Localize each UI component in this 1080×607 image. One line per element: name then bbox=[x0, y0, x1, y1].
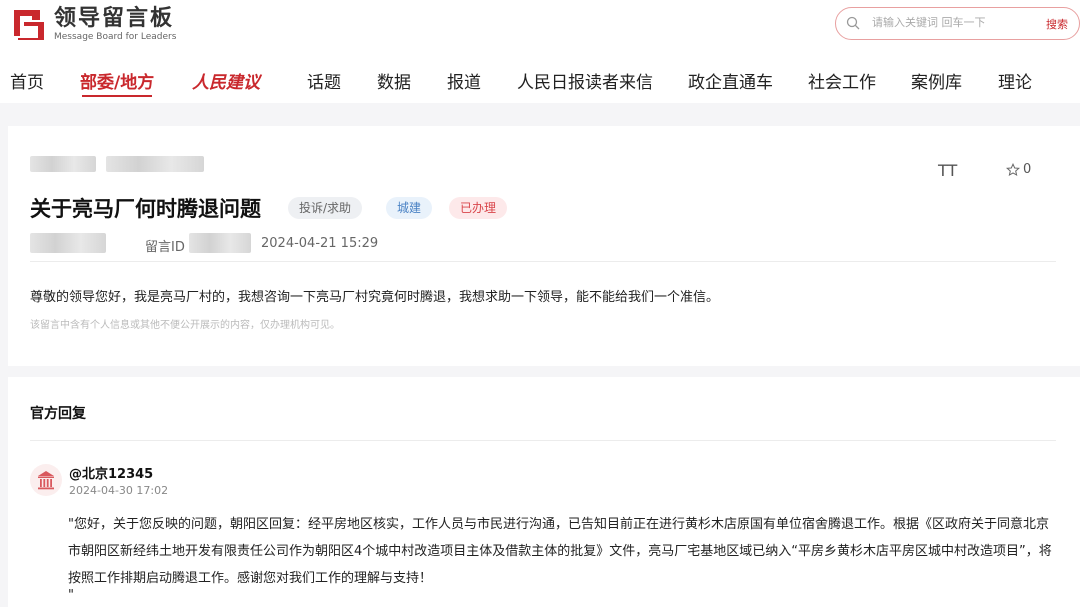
avatar bbox=[30, 464, 62, 496]
search-box: 搜索 bbox=[835, 7, 1080, 40]
nav-item-people-suggestions[interactable]: 人民建议 bbox=[192, 68, 260, 93]
official-reply-card: 官方回复 @北京12345 2024-04-30 17:02 "您好，关于您反映… bbox=[8, 377, 1080, 607]
top-header: 领导留言板 Message Board for Leaders 搜索 首页 部委… bbox=[0, 0, 1080, 103]
font-size-toggle[interactable]: TT bbox=[938, 161, 957, 180]
search-button[interactable]: 搜索 bbox=[1046, 16, 1068, 32]
message-date: 2024-04-21 15:29 bbox=[261, 236, 379, 251]
divider bbox=[30, 440, 1056, 441]
blurred-author bbox=[30, 233, 106, 253]
nav-item-business-express[interactable]: 政企直通车 bbox=[688, 68, 773, 93]
nav-item-reader-letters[interactable]: 人民日报读者来信 bbox=[517, 68, 653, 93]
blurred-breadcrumb bbox=[106, 156, 204, 172]
nav-active-indicator bbox=[82, 95, 152, 97]
site-logo[interactable]: 领导留言板 Message Board for Leaders bbox=[10, 6, 176, 42]
nav-item-theory[interactable]: 理论 bbox=[998, 68, 1032, 93]
message-id-label: 留言ID bbox=[145, 240, 185, 255]
blurred-breadcrumb bbox=[30, 156, 96, 172]
main-nav: 首页 部委/地方 人民建议 话题 数据 报道 人民日报读者来信 政企直通车 社会… bbox=[0, 62, 1080, 97]
reply-date: 2024-04-30 17:02 bbox=[69, 484, 169, 497]
reply-body: "您好，关于您反映的问题，朝阳区回复：经平房地区核实，工作人员与市民进行沟通，已… bbox=[68, 517, 1052, 586]
nav-item-ministries[interactable]: 部委/地方 bbox=[80, 68, 154, 93]
privacy-note: 该留言中含有个人信息或其他不便公开展示的内容，仅办理机构可见。 bbox=[30, 320, 340, 331]
nav-item-case-library[interactable]: 案例库 bbox=[911, 68, 962, 93]
nav-item-home[interactable]: 首页 bbox=[10, 68, 44, 93]
nav-item-data[interactable]: 数据 bbox=[377, 68, 411, 93]
message-body: 尊敬的领导您好，我是亮马厂村的，我想咨询一下亮马厂村究竟何时腾退，我想求助一下领… bbox=[30, 290, 720, 305]
nav-item-social-work[interactable]: 社会工作 bbox=[808, 68, 876, 93]
nav-item-topics[interactable]: 话题 bbox=[307, 68, 341, 93]
blurred-message-id bbox=[189, 233, 251, 253]
logo-mark-icon bbox=[14, 10, 44, 40]
tag-domain[interactable]: 城建 bbox=[386, 197, 433, 219]
reply-section-title: 官方回复 bbox=[30, 406, 86, 422]
logo-subtitle: Message Board for Leaders bbox=[54, 32, 177, 42]
search-icon bbox=[846, 16, 860, 30]
status-badge: 已办理 bbox=[449, 197, 508, 219]
logo-title: 领导留言板 bbox=[54, 6, 175, 31]
divider bbox=[30, 261, 1056, 262]
search-input[interactable] bbox=[872, 16, 1022, 29]
message-card: 关于亮马厂何时腾退问题 投诉/求助 城建 已办理 TT 0 留言ID 2024-… bbox=[8, 126, 1080, 366]
tag-category[interactable]: 投诉/求助 bbox=[288, 197, 363, 219]
nav-item-reports[interactable]: 报道 bbox=[447, 68, 481, 93]
star-icon bbox=[1006, 162, 1020, 176]
reply-author[interactable]: @北京12345 bbox=[69, 463, 153, 482]
favorite-count: 0 bbox=[1023, 162, 1032, 177]
government-building-icon bbox=[38, 471, 54, 490]
message-title: 关于亮马厂何时腾退问题 bbox=[30, 197, 261, 221]
favorite-button[interactable]: 0 bbox=[1006, 162, 1031, 177]
reply-closing-quote: " bbox=[68, 588, 74, 603]
